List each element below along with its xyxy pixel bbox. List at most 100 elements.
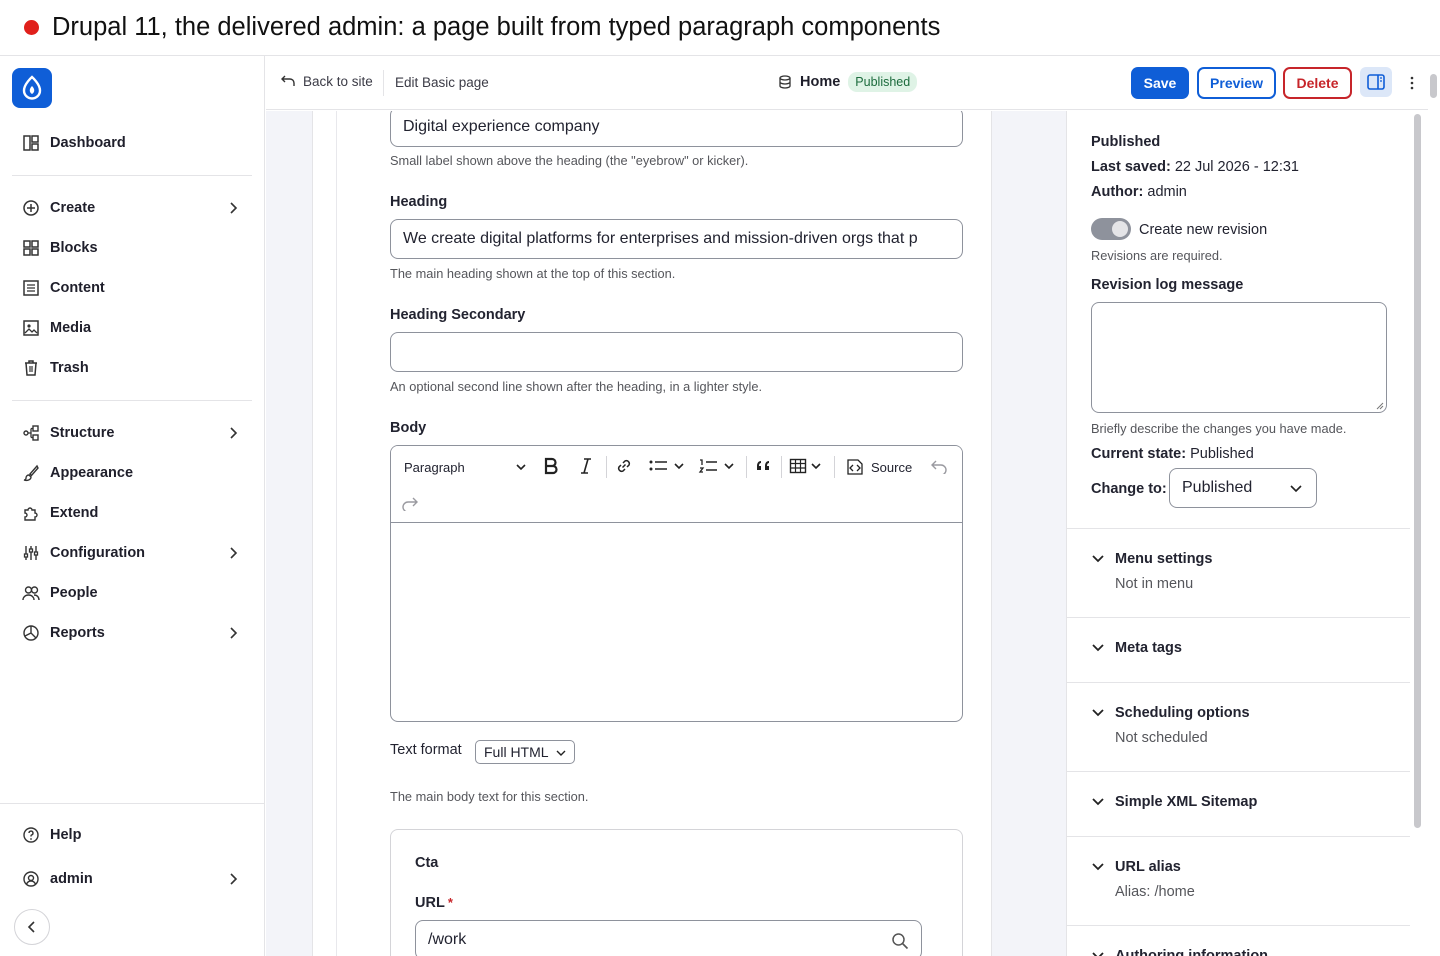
sidebar-divider <box>12 400 252 401</box>
top-toolbar: Back to site Edit Basic page Home Publis… <box>266 56 1440 110</box>
moderation-state-value: Published <box>1182 479 1253 496</box>
sidebar-item-admin-user[interactable]: admin <box>22 865 248 893</box>
sidebar-item-trash[interactable]: Trash <box>22 354 248 382</box>
body-rich-text-editor: Paragraph Source <box>390 445 963 722</box>
paragraph-style-dropdown[interactable]: Paragraph <box>404 457 526 477</box>
sidebar-item-media[interactable]: Media <box>22 314 248 342</box>
sidebar-item-people[interactable]: People <box>22 579 248 607</box>
create-revision-toggle[interactable] <box>1091 218 1131 240</box>
sidebar-item-help[interactable]: Help <box>22 821 248 849</box>
toolbar-separator <box>606 456 607 478</box>
accordion-header: Meta tags <box>1091 640 1182 656</box>
sidebar-item-label: Structure <box>50 425 115 441</box>
sidebar-item-label: Appearance <box>50 465 134 481</box>
accordion-summary: Alias: /home <box>1115 884 1195 900</box>
accordion-scheduling-options[interactable]: Scheduling options Not scheduled <box>1067 682 1410 772</box>
body-description: The main body text for this section. <box>390 789 589 804</box>
more-actions-button[interactable] <box>1404 73 1420 93</box>
eyebrow-description: Small label shown above the heading (the… <box>390 153 749 168</box>
drupal-logo-icon[interactable] <box>12 68 52 108</box>
delete-button[interactable]: Delete <box>1283 67 1352 99</box>
sliders-icon <box>23 546 39 560</box>
sidebar-item-label: People <box>50 585 98 601</box>
sidebar-item-blocks[interactable]: Blocks <box>22 234 248 262</box>
page-scrollbar[interactable] <box>1428 56 1440 956</box>
media-icon <box>23 320 39 336</box>
page-scroll-thumb[interactable] <box>1430 74 1437 98</box>
revision-log-textarea[interactable] <box>1091 302 1387 413</box>
last-saved: Last saved: 22 Jul 2026 - 12:31 <box>1091 159 1299 175</box>
numbered-list-button[interactable] <box>698 457 734 475</box>
sidebar-item-create[interactable]: Create <box>22 194 248 222</box>
url-input[interactable]: /work <box>415 920 922 956</box>
blockquote-button[interactable] <box>755 457 773 475</box>
accordion-authoring-information[interactable]: Authoring information <box>1067 925 1410 956</box>
sidebar-item-extend[interactable]: Extend <box>22 499 248 527</box>
back-to-site-label: Back to site <box>303 73 373 89</box>
accordion-summary: Not in menu <box>1115 576 1194 592</box>
sidebar-item-label: Media <box>50 320 92 336</box>
redo-icon <box>402 497 418 511</box>
link-button[interactable] <box>615 457 633 475</box>
bold-button[interactable] <box>543 457 559 475</box>
recording-title: Drupal 11, the delivered admin: a page b… <box>52 13 941 41</box>
sidebar-item-label: Reports <box>50 625 105 641</box>
italic-button[interactable] <box>579 457 593 475</box>
accordion-url-alias[interactable]: URL alias Alias: /home <box>1067 836 1410 926</box>
sidebar-item-label: Help <box>50 827 82 843</box>
url-value: /work <box>428 931 467 948</box>
link-icon <box>617 459 631 473</box>
heading-secondary-description: An optional second line shown after the … <box>390 379 763 394</box>
paragraph-style-label: Paragraph <box>404 459 465 475</box>
accordion-title: Meta tags <box>1115 640 1182 656</box>
author: Author: admin <box>1091 184 1187 200</box>
people-icon <box>22 586 40 601</box>
bulleted-list-button[interactable] <box>648 457 684 475</box>
toggle-sidebar-button[interactable] <box>1360 67 1392 97</box>
reports-icon <box>23 625 39 641</box>
accordion-simple-xml-sitemap[interactable]: Simple XML Sitemap <box>1067 771 1410 836</box>
sidebar-item-appearance[interactable]: Appearance <box>22 459 248 487</box>
undo-button[interactable] <box>930 458 948 474</box>
text-format-select[interactable]: Full HTML <box>475 740 575 764</box>
source-button[interactable]: Source <box>845 457 912 477</box>
back-to-site-link[interactable]: Back to site <box>280 73 373 89</box>
heading-secondary-input[interactable] <box>390 332 963 372</box>
accordion-meta-tags[interactable]: Meta tags <box>1067 617 1410 682</box>
chevron-right-icon <box>230 547 238 559</box>
table-button[interactable] <box>789 457 821 475</box>
user-circle-icon <box>23 871 39 887</box>
structure-icon <box>23 425 39 441</box>
brush-icon <box>23 464 39 482</box>
body-editor-content[interactable] <box>391 524 962 721</box>
collapse-sidebar-button[interactable] <box>14 909 50 945</box>
last-saved-value: 22 Jul 2026 - 12:31 <box>1174 159 1299 175</box>
chevron-down-icon <box>1092 644 1104 652</box>
sidebar-item-structure[interactable]: Structure <box>22 419 248 447</box>
chevron-down-icon <box>516 464 526 471</box>
heading-label: Heading <box>390 194 448 210</box>
moderation-state-select[interactable]: Published <box>1169 468 1317 508</box>
sidebar-item-configuration[interactable]: Configuration <box>22 539 248 567</box>
help-icon <box>23 827 39 843</box>
meta-panel-scroll-thumb[interactable] <box>1414 114 1421 828</box>
plus-circle-icon <box>23 200 39 216</box>
redo-button[interactable] <box>401 495 419 511</box>
save-button[interactable]: Save <box>1131 67 1189 99</box>
preview-button[interactable]: Preview <box>1197 67 1276 99</box>
heading-input[interactable]: We create digital platforms for enterpri… <box>390 219 963 259</box>
eyebrow-input[interactable]: Digital experience company <box>390 111 963 147</box>
url-label: URL * <box>415 895 453 911</box>
sidebar-item-dashboard[interactable]: Dashboard <box>22 129 248 157</box>
accordion-menu-settings[interactable]: Menu settings Not in menu <box>1067 528 1410 618</box>
undo-icon <box>931 460 947 474</box>
sidebar-divider <box>12 175 252 176</box>
sidebar-item-content[interactable]: Content <box>22 274 248 302</box>
accordion-title: Menu settings <box>1115 551 1213 567</box>
change-to-label: Change to: <box>1091 481 1167 497</box>
accordion-title: Simple XML Sitemap <box>1115 794 1258 810</box>
sidebar-item-label: Content <box>50 280 105 296</box>
sidebar-item-reports[interactable]: Reports <box>22 619 248 647</box>
last-saved-label: Last saved: <box>1091 159 1171 175</box>
chevron-down-icon <box>1092 555 1104 563</box>
